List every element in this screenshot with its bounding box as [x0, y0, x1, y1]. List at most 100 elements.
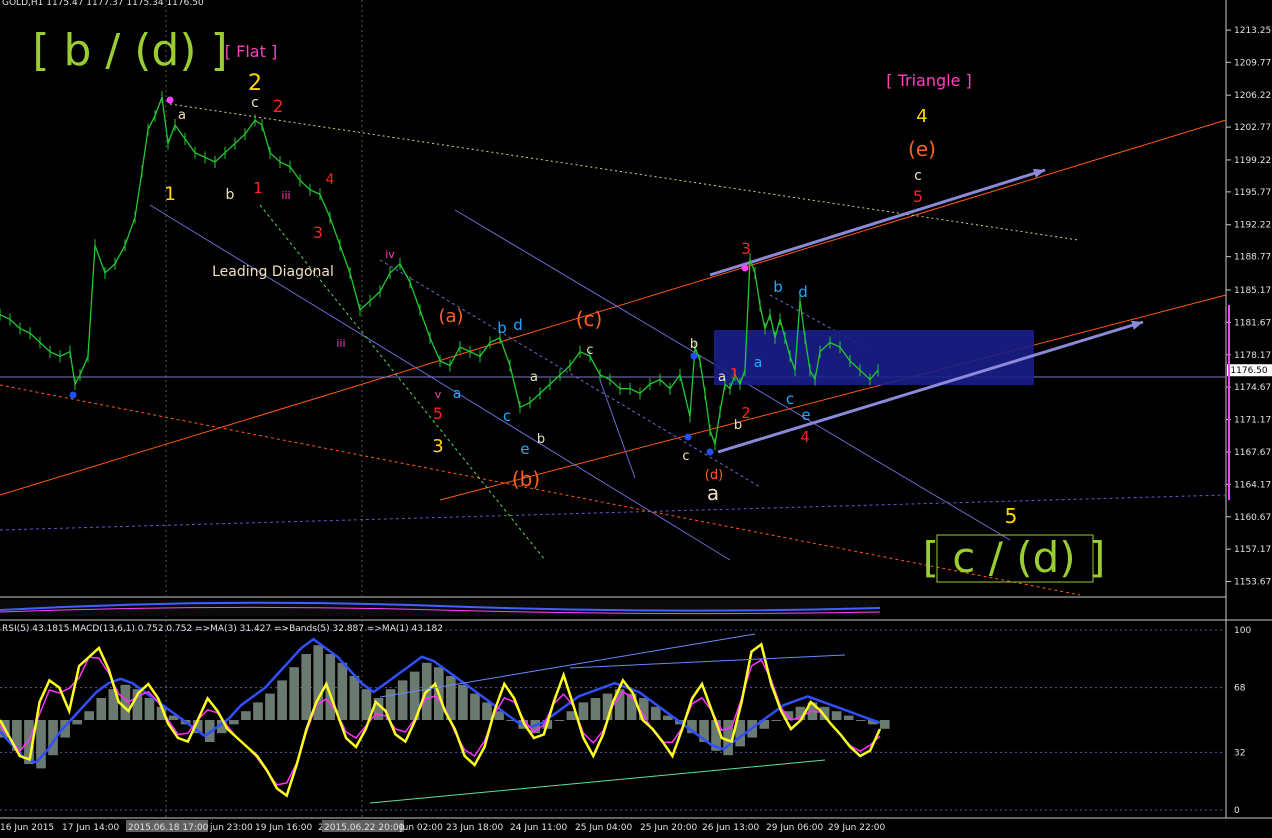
macd-bar	[771, 720, 782, 721]
price-tick-label: 1213.25	[1234, 26, 1271, 36]
time-tick-label: 19 Jun 16:00	[255, 823, 312, 833]
time-tick-label: 29 Jun 22:00	[828, 823, 885, 833]
time-tick-label: 29 Jun 06:00	[766, 823, 823, 833]
wave-label-20: e	[520, 440, 529, 458]
time-tick-label: 16 Jun 2015	[0, 823, 54, 833]
wave-label-8: 4	[326, 172, 335, 188]
pivot-marker-0	[166, 96, 174, 104]
trend-line-3	[169, 103, 1079, 241]
wave-label-30: a	[707, 481, 719, 505]
price-tick-label: 1178.17	[1234, 351, 1271, 361]
wave-label-34: 3	[741, 239, 751, 258]
macd-bar	[337, 662, 348, 720]
elliott-label-4: Leading Diagonal	[212, 264, 334, 280]
macd-bar	[229, 720, 239, 725]
wave-label-3: a	[178, 108, 186, 123]
rsi-level-label: 100	[1234, 626, 1251, 636]
macd-bar	[241, 711, 251, 720]
wave-label-23: (b)	[512, 467, 540, 491]
price-tick-label: 1202.77	[1234, 123, 1271, 133]
wave-label-24: (c)	[576, 307, 603, 331]
price-tick-label: 1164.17	[1234, 480, 1271, 490]
price-tick-label: 1195.77	[1234, 188, 1271, 198]
wave-label-4: 1	[164, 183, 176, 205]
rsi-level-label: 68	[1234, 684, 1246, 694]
price-tick-label: 1199.22	[1234, 156, 1271, 166]
elliott-label-2: [ Triangle ]	[886, 71, 972, 90]
price-tick-label: 1174.67	[1234, 383, 1271, 393]
rsi-trend-line	[569, 654, 846, 669]
macd-bar	[855, 720, 866, 721]
projection-arrow-lower-head	[1131, 320, 1143, 330]
wave-label-37: a	[754, 355, 763, 371]
wave-label-15: 3	[432, 436, 443, 457]
time-tick-label: 2015.06.22 20:00	[324, 823, 405, 833]
indicator-header: RSI(5) 43.1815 MACD(13,6,1) 0.752 0.752 …	[2, 624, 443, 634]
wave-label-39: e	[801, 406, 810, 424]
trend-line-1	[439, 294, 1227, 501]
price-tick-label: 1171.17	[1234, 416, 1271, 426]
price-tick-label: 1185.17	[1234, 286, 1271, 296]
wave-label-6: 1	[253, 179, 263, 197]
macd-bar	[253, 702, 263, 720]
macd-bar	[650, 706, 661, 720]
wave-label-11: iv	[385, 248, 395, 261]
time-tick-label: 23 Jun 18:00	[446, 823, 503, 833]
macd-bar	[397, 680, 408, 720]
wave-label-7: iii	[281, 189, 290, 202]
trend-line-9	[0, 494, 1227, 531]
wave-label-40: 4	[800, 428, 810, 446]
time-tick-label: 2015.06.18 17:00	[128, 823, 209, 833]
wave-label-35: b	[773, 278, 783, 296]
trend-line-0	[0, 119, 1227, 496]
macd-bar	[277, 680, 287, 720]
price-tick-label: 1181.67	[1234, 318, 1271, 328]
elliott-label-0: [ b / (d) ]	[32, 25, 227, 76]
pivot-marker-3	[684, 433, 692, 441]
elliott-label-1: [ Flat ]	[225, 42, 277, 61]
wave-label-42: (e)	[908, 137, 936, 161]
macd-bar	[144, 698, 155, 720]
pivot-marker-1	[741, 264, 749, 272]
macd-bar	[482, 702, 492, 720]
wave-label-2: 2	[273, 97, 284, 117]
wave-label-10: iii	[336, 337, 345, 350]
time-tick-label: 24 Jun 11:00	[510, 823, 567, 833]
macd-bar	[554, 720, 565, 721]
pivot-marker-4	[706, 448, 714, 456]
price-tick-label: 1192.22	[1234, 221, 1271, 231]
price-tick-label: 1188.77	[1234, 253, 1271, 263]
price-tick-label: 1206.22	[1234, 91, 1271, 101]
wave-label-21: a	[530, 370, 538, 385]
price-tick-label: 1160.67	[1234, 513, 1271, 523]
macd-bar	[84, 711, 95, 720]
wave-label-36: d	[798, 283, 808, 301]
wave-label-28: c	[682, 449, 689, 464]
wave-label-9: 3	[313, 223, 323, 242]
macd-bar	[590, 698, 601, 720]
macd-bar	[301, 654, 312, 720]
wave-label-27: a	[718, 370, 726, 385]
wave-label-44: 5	[913, 187, 923, 206]
wave-label-25: c	[586, 343, 593, 358]
trend-line-4	[149, 204, 731, 561]
time-tick-label: Jun 02:00	[399, 823, 443, 833]
macd-bar	[72, 720, 82, 725]
price-tick-label: 1157.17	[1234, 545, 1271, 555]
macd-bar	[470, 693, 480, 720]
macd-bar	[96, 698, 107, 720]
wave-label-1: c	[251, 95, 259, 111]
wave-label-38: c	[786, 390, 794, 408]
rsi-divergence-lower	[369, 759, 826, 804]
wave-label-41: 4	[916, 106, 927, 127]
wave-label-43: c	[914, 168, 922, 184]
time-tick-label: 17 Jun 14:00	[62, 823, 119, 833]
wave-label-31: 1	[730, 367, 738, 382]
macd-bar	[831, 711, 842, 720]
price-tick-label: 1167.67	[1234, 448, 1271, 458]
wave-label-33: 2	[741, 404, 751, 422]
wave-label-13: v	[435, 388, 442, 401]
rsi-level-label: 0	[1234, 806, 1240, 816]
chart-canvas: 1213.25 1209.77 1206.22 1202.77 1199.22 1195.…	[0, 0, 1272, 833]
price-tick-label: 1209.77	[1234, 58, 1271, 68]
